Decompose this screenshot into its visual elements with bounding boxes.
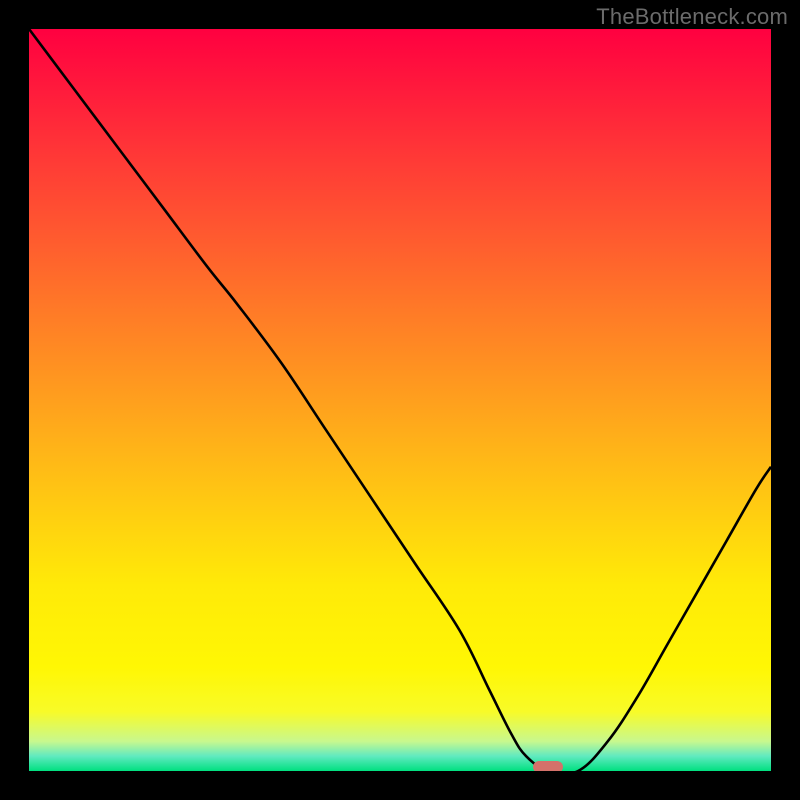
optimal-point-marker bbox=[533, 761, 563, 771]
bottleneck-curve bbox=[29, 29, 771, 771]
plot-area bbox=[29, 29, 771, 771]
watermark-text: TheBottleneck.com bbox=[596, 4, 788, 30]
curve-path bbox=[29, 29, 771, 771]
chart-frame: TheBottleneck.com bbox=[0, 0, 800, 800]
